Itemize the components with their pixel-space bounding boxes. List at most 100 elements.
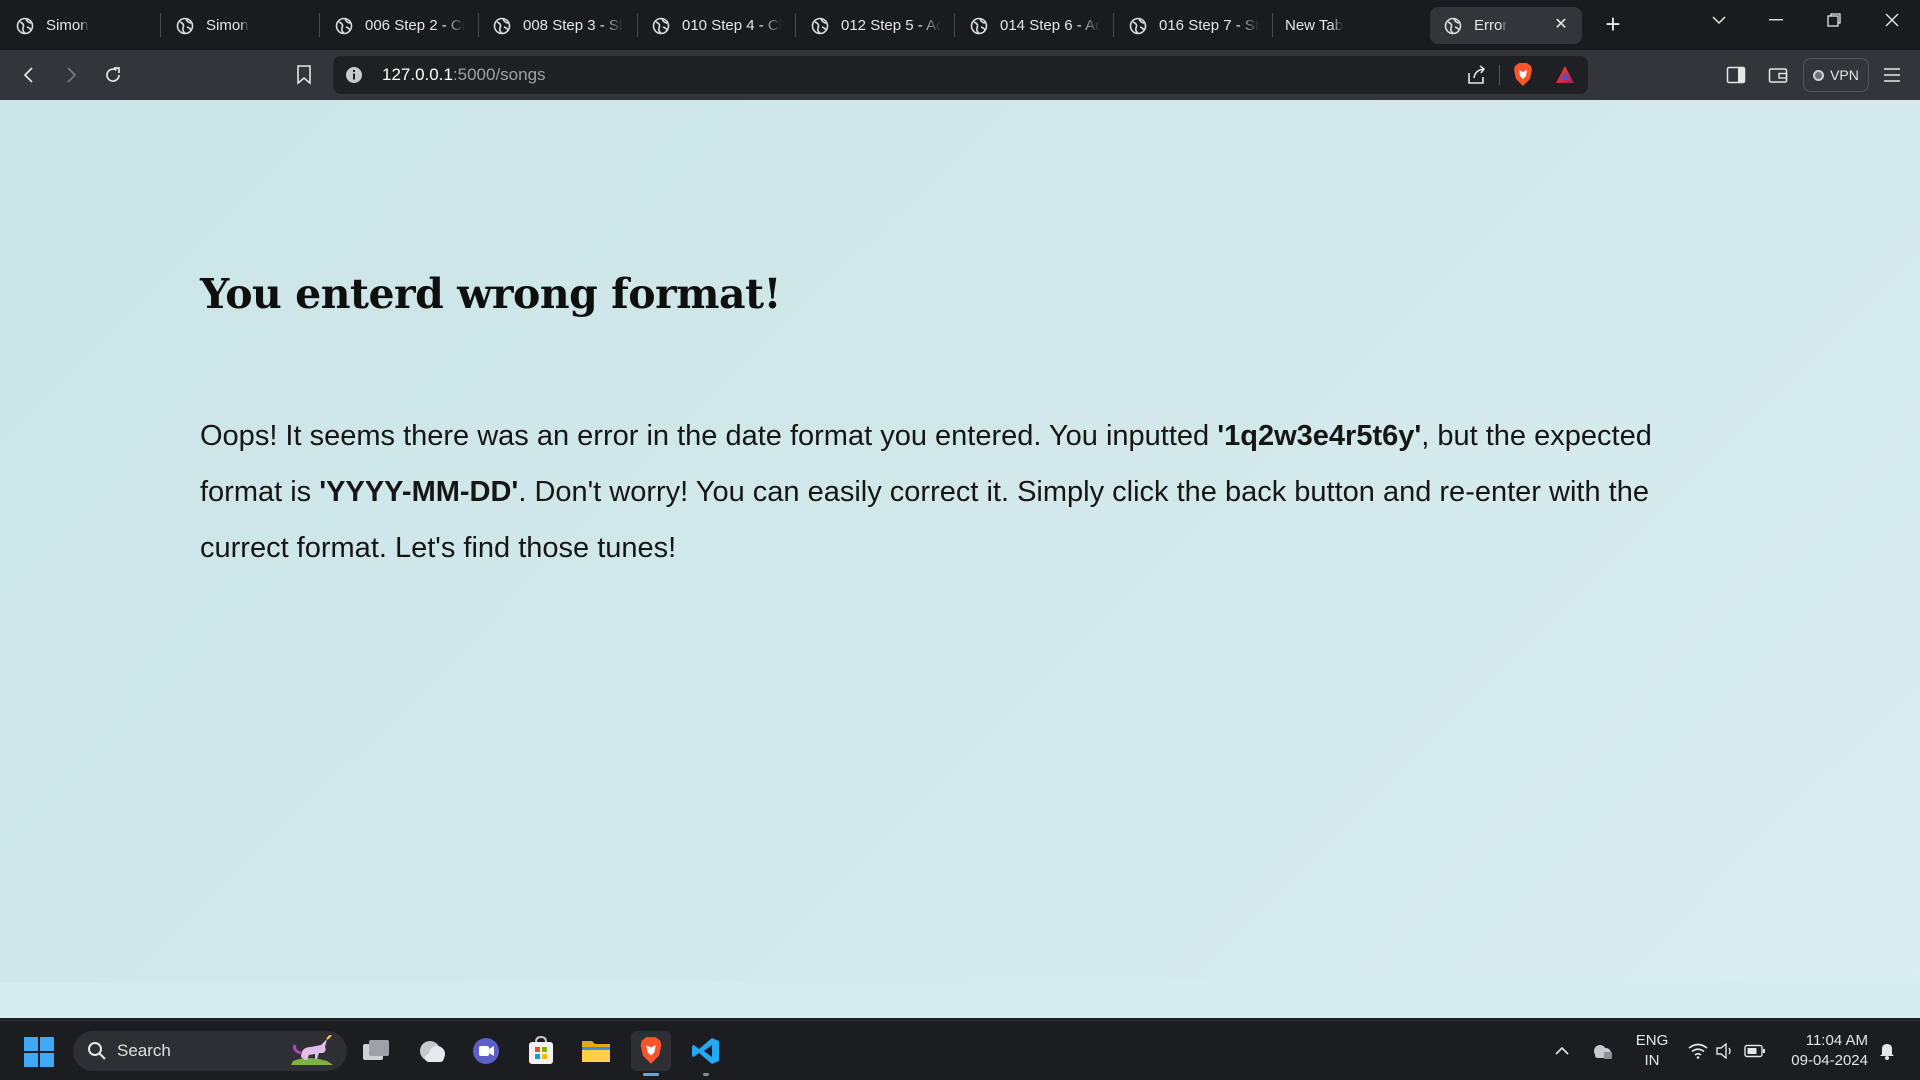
- notifications-button[interactable]: [1874, 1021, 1900, 1080]
- windows-taskbar: Search ENG IN 11:04 AM 09-04-2024: [0, 1020, 1920, 1080]
- back-button[interactable]: [13, 59, 45, 91]
- globe-icon: [176, 17, 194, 34]
- globe-icon: [652, 17, 670, 34]
- browser-toolbar: 127.0.0.1:5000/songs VPN: [0, 50, 1920, 100]
- vpn-status-icon: [1813, 69, 1825, 81]
- error-message: Oops! It seems there was an error in the…: [200, 408, 1710, 576]
- vscode-button[interactable]: [686, 1031, 726, 1076]
- new-tab-button[interactable]: +: [1598, 10, 1628, 40]
- sidebar-toggle-button[interactable]: [1720, 59, 1752, 91]
- vpn-button[interactable]: VPN: [1803, 58, 1869, 92]
- tab-separator: [637, 13, 638, 37]
- tab-error-active[interactable]: Error ✕: [1430, 7, 1582, 44]
- show-hidden-icons-button[interactable]: [1550, 1021, 1574, 1080]
- share-icon[interactable]: [1466, 64, 1488, 86]
- language-code: ENG: [1635, 1032, 1669, 1049]
- language-indicator[interactable]: ENG IN: [1630, 1031, 1674, 1071]
- back-arrow-icon: [23, 67, 33, 83]
- url-path: :5000/songs: [452, 65, 546, 84]
- brave-browser-icon: [640, 1037, 662, 1064]
- open-app-indicator: [703, 1073, 709, 1076]
- volume-button[interactable]: [1712, 1021, 1738, 1080]
- tab-step-7[interactable]: 016 Step 7 - Sta: [1129, 7, 1259, 44]
- expected-format: 'YYYY-MM-DD': [319, 476, 519, 508]
- tab-step-6[interactable]: 014 Step 6 - Ad: [970, 7, 1100, 44]
- microsoft-store-button[interactable]: [521, 1031, 561, 1071]
- tab-label: Simon: [46, 17, 89, 34]
- tab-label: 008 Step 3 - Sh: [523, 17, 623, 34]
- globe-icon: [811, 17, 829, 34]
- menu-button[interactable]: [1876, 59, 1908, 91]
- page-footer-band: [0, 982, 1920, 1018]
- system-clock[interactable]: 11:04 AM 09-04-2024: [1778, 1031, 1868, 1071]
- taskbar-search[interactable]: Search: [73, 1031, 347, 1071]
- tab-simon-1[interactable]: Simon: [16, 7, 146, 44]
- tab-strip: Simon Simon 006 Step 2 - Cr 008 Step 3 -…: [0, 0, 1920, 50]
- brave-browser-button[interactable]: [631, 1031, 671, 1076]
- close-window-button[interactable]: [1864, 0, 1920, 40]
- globe-icon: [335, 17, 353, 34]
- onedrive-button[interactable]: [1587, 1021, 1617, 1080]
- speaker-icon: [1716, 1043, 1731, 1059]
- tab-separator: [1272, 13, 1273, 37]
- tab-label: Simon: [206, 17, 249, 34]
- close-tab-icon[interactable]: ✕: [1552, 16, 1570, 34]
- address-bar[interactable]: 127.0.0.1:5000/songs: [333, 56, 1588, 94]
- url-text[interactable]: 127.0.0.1:5000/songs: [382, 65, 546, 85]
- file-explorer-button[interactable]: [576, 1031, 616, 1071]
- wifi-icon: [1688, 1043, 1708, 1059]
- wallet-button[interactable]: [1762, 59, 1794, 91]
- battery-icon: [1744, 1044, 1765, 1058]
- wifi-button[interactable]: [1685, 1021, 1711, 1080]
- tab-label: 014 Step 6 - Ad: [1000, 17, 1100, 34]
- bookmark-icon: [297, 65, 311, 85]
- tab-separator: [954, 13, 955, 37]
- bell-icon: [1880, 1044, 1894, 1060]
- store-bag-icon: [529, 1036, 553, 1064]
- clock-date: 09-04-2024: [1791, 1052, 1868, 1069]
- tab-separator: [478, 13, 479, 37]
- tab-search-chevron-icon[interactable]: [1691, 0, 1747, 40]
- tab-separator: [1113, 13, 1114, 37]
- chevron-up-icon: [1555, 1046, 1569, 1055]
- widgets-button[interactable]: [412, 1031, 452, 1071]
- bookmark-button[interactable]: [288, 59, 320, 91]
- site-info-icon[interactable]: [345, 66, 363, 84]
- sidebar-icon: [1726, 66, 1746, 84]
- brave-shields-icon[interactable]: [1512, 62, 1534, 88]
- entered-value: '1q2w3e4r5t6y': [1217, 420, 1422, 452]
- restore-button[interactable]: [1806, 0, 1862, 40]
- windows-start-icon[interactable]: [24, 1037, 54, 1067]
- weather-cloud-icon: [420, 1041, 445, 1062]
- search-highlight-unicorn-icon: [291, 1035, 333, 1065]
- omnibox-separator: [1499, 65, 1500, 85]
- tab-step-4[interactable]: 010 Step 4 - Ch: [652, 7, 782, 44]
- globe-icon: [1444, 17, 1462, 34]
- minimize-button[interactable]: [1748, 0, 1804, 40]
- error-content: You enterd wrong format! Oops! It seems …: [200, 270, 1710, 576]
- tab-simon-2[interactable]: Simon: [176, 7, 306, 44]
- forward-arrow-icon: [67, 67, 77, 83]
- globe-icon: [16, 17, 34, 34]
- wallet-icon: [1768, 68, 1788, 83]
- task-view-button[interactable]: [356, 1031, 396, 1071]
- tab-label: New Tab: [1285, 17, 1344, 34]
- brave-rewards-icon[interactable]: [1554, 64, 1576, 86]
- forward-button[interactable]: [55, 59, 87, 91]
- teams-chat-button[interactable]: [466, 1031, 506, 1071]
- reload-button[interactable]: [97, 59, 129, 91]
- tab-step-5[interactable]: 012 Step 5 - Ad: [811, 7, 941, 44]
- tab-step-3[interactable]: 008 Step 3 - Sh: [493, 7, 623, 44]
- folder-icon: [582, 1041, 610, 1062]
- onedrive-cloud-icon: [1594, 1045, 1612, 1059]
- clock-time: 11:04 AM: [1805, 1032, 1868, 1049]
- tab-step-2[interactable]: 006 Step 2 - Cr: [335, 7, 465, 44]
- page-viewport: You enterd wrong format! Oops! It seems …: [0, 100, 1920, 1018]
- tab-label: 016 Step 7 - Sta: [1159, 17, 1259, 34]
- page-title: You enterd wrong format!: [200, 270, 782, 318]
- tab-new-tab[interactable]: New Tab: [1285, 7, 1415, 44]
- globe-icon: [493, 17, 511, 34]
- battery-button[interactable]: [1740, 1021, 1770, 1080]
- tab-label: Error: [1474, 17, 1508, 34]
- globe-icon: [1129, 17, 1147, 34]
